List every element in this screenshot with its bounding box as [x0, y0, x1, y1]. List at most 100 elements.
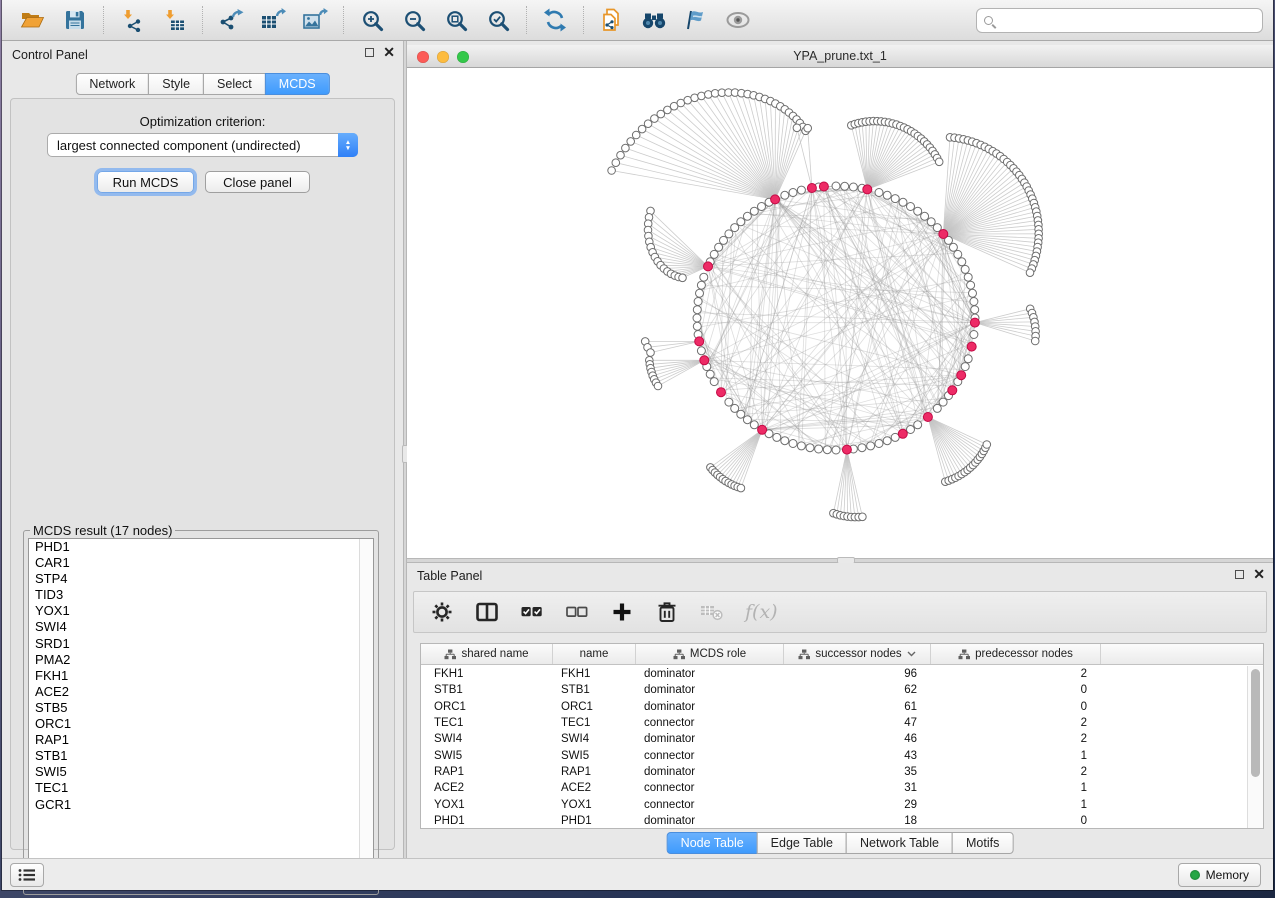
mcds-result-item[interactable]: TEC1	[29, 780, 373, 796]
mcds-result-item[interactable]: SWI5	[29, 764, 373, 780]
table-row[interactable]: RAP1RAP1dominator352	[421, 764, 1246, 780]
close-panel-button[interactable]: Close panel	[205, 171, 310, 193]
table-cell: 1	[931, 799, 1101, 811]
tab-select[interactable]: Select	[203, 73, 266, 95]
export-network-icon[interactable]	[216, 6, 246, 34]
show-columns-icon[interactable]	[475, 600, 499, 624]
mcds-result-item[interactable]: STP4	[29, 571, 373, 587]
close-table-panel-icon[interactable]: ✕	[1253, 569, 1265, 579]
table-scrollbar-thumb[interactable]	[1251, 669, 1260, 777]
column-header-MCDS-role[interactable]: MCDS role	[636, 644, 784, 664]
control-panel: Control Panel ✕ Network Style Select MCD…	[2, 41, 403, 858]
table-row[interactable]: SWI5SWI5connector431	[421, 747, 1246, 763]
hide-graphics-details-icon[interactable]	[681, 6, 711, 34]
mcds-result-item[interactable]: FKH1	[29, 668, 373, 684]
table-row[interactable]: ORC1ORC1dominator610	[421, 699, 1246, 715]
show-log-console-button[interactable]	[10, 863, 44, 887]
import-network-icon[interactable]	[117, 6, 147, 34]
optimization-criterion-select[interactable]: largest connected component (undirected)…	[47, 133, 358, 157]
mcds-result-item[interactable]: ACE2	[29, 684, 373, 700]
table-row[interactable]: YOX1YOX1connector291	[421, 796, 1246, 812]
network-window-title: YPA_prune.txt_1	[407, 49, 1273, 63]
network-document-icon[interactable]	[597, 6, 627, 34]
mcds-result-item[interactable]: PMA2	[29, 652, 373, 668]
table-row[interactable]: SWI4SWI4dominator462	[421, 731, 1246, 747]
mcds-result-item[interactable]: RAP1	[29, 732, 373, 748]
mcds-result-item[interactable]: SWI4	[29, 619, 373, 635]
status-bar: Memory	[2, 858, 1273, 890]
tab-network-table[interactable]: Network Table	[846, 832, 953, 854]
mcds-result-title: MCDS result (17 nodes)	[30, 523, 175, 538]
network-canvas[interactable]	[407, 68, 1273, 558]
float-table-panel-icon[interactable]	[1235, 570, 1244, 579]
mcds-result-item[interactable]: TID3	[29, 587, 373, 603]
column-header-predecessor-nodes[interactable]: predecessor nodes	[931, 644, 1101, 664]
tab-style[interactable]: Style	[148, 73, 204, 95]
mcds-list-scrollbar[interactable]	[359, 539, 373, 888]
table-cell: 43	[784, 750, 931, 762]
tab-network[interactable]: Network	[75, 73, 149, 95]
tab-edge-table[interactable]: Edge Table	[757, 832, 847, 854]
export-image-icon[interactable]	[300, 6, 330, 34]
optimization-criterion-label: Optimization criterion:	[11, 114, 394, 129]
table-cell: 2	[931, 668, 1101, 680]
import-table-icon[interactable]	[159, 6, 189, 34]
export-table-icon[interactable]	[258, 6, 288, 34]
table-row[interactable]: PHD1PHD1dominator180	[421, 813, 1246, 828]
column-header-successor-nodes[interactable]: successor nodes	[784, 644, 931, 664]
table-cell: dominator	[636, 668, 784, 680]
memory-button[interactable]: Memory	[1178, 863, 1261, 887]
network-view	[407, 68, 1273, 558]
table-cell: YOX1	[421, 799, 553, 811]
delete-column-trash-icon[interactable]	[655, 600, 679, 624]
column-header-shared-name[interactable]: shared name	[421, 644, 553, 664]
table-cell: connector	[636, 799, 784, 811]
show-graphics-details-eye-icon[interactable]	[723, 6, 753, 34]
column-header-name[interactable]: name	[553, 644, 636, 664]
mcds-result-item[interactable]: PHD1	[29, 539, 373, 555]
table-cell: 61	[784, 701, 931, 713]
float-panel-icon[interactable]	[365, 48, 374, 57]
search-objects-binoculars-icon[interactable]	[639, 6, 669, 34]
search-input[interactable]	[993, 10, 1262, 30]
table-row[interactable]: ACE2ACE2connector311	[421, 780, 1246, 796]
table-row[interactable]: TEC1TEC1connector472	[421, 715, 1246, 731]
deselect-all-icon[interactable]	[565, 600, 589, 624]
table-cell: RAP1	[421, 766, 553, 778]
mcds-result-item[interactable]: ORC1	[29, 716, 373, 732]
open-file-icon[interactable]	[18, 6, 48, 34]
tab-motifs[interactable]: Motifs	[952, 832, 1013, 854]
table-cell: 96	[784, 668, 931, 680]
table-cell: TEC1	[553, 717, 636, 729]
tab-node-table[interactable]: Node Table	[667, 832, 758, 854]
zoom-out-icon[interactable]	[399, 6, 429, 34]
table-cell: 2	[931, 766, 1101, 778]
zoom-in-icon[interactable]	[357, 6, 387, 34]
zoom-fit-icon[interactable]	[441, 6, 471, 34]
table-scrollbar[interactable]	[1247, 666, 1263, 828]
run-mcds-button[interactable]: Run MCDS	[97, 171, 194, 193]
save-session-icon[interactable]	[60, 6, 90, 34]
table-settings-gear-icon[interactable]	[430, 600, 454, 624]
mcds-result-item[interactable]: SRD1	[29, 636, 373, 652]
select-all-icon[interactable]	[520, 600, 544, 624]
table-cell: SWI5	[421, 750, 553, 762]
mcds-result-item[interactable]: STB1	[29, 748, 373, 764]
table-row[interactable]: STB1STB1dominator620	[421, 682, 1246, 698]
table-cell: 1	[931, 782, 1101, 794]
zoom-selected-icon[interactable]	[483, 6, 513, 34]
toolbar-separator	[526, 6, 527, 34]
mcds-result-list: PHD1CAR1STP4TID3YOX1SWI4SRD1PMA2FKH1ACE2…	[28, 538, 374, 889]
search-box[interactable]	[976, 8, 1263, 33]
mcds-result-item[interactable]: STB5	[29, 700, 373, 716]
mcds-result-item[interactable]: CAR1	[29, 555, 373, 571]
table-cell: 62	[784, 684, 931, 696]
refresh-icon[interactable]	[540, 6, 570, 34]
mcds-result-item[interactable]: GCR1	[29, 797, 373, 813]
table-cell: 47	[784, 717, 931, 729]
tab-mcds[interactable]: MCDS	[265, 73, 330, 95]
table-row[interactable]: FKH1FKH1dominator962	[421, 666, 1246, 682]
close-panel-icon[interactable]: ✕	[383, 47, 395, 57]
mcds-result-item[interactable]: YOX1	[29, 603, 373, 619]
add-column-icon[interactable]	[610, 600, 634, 624]
